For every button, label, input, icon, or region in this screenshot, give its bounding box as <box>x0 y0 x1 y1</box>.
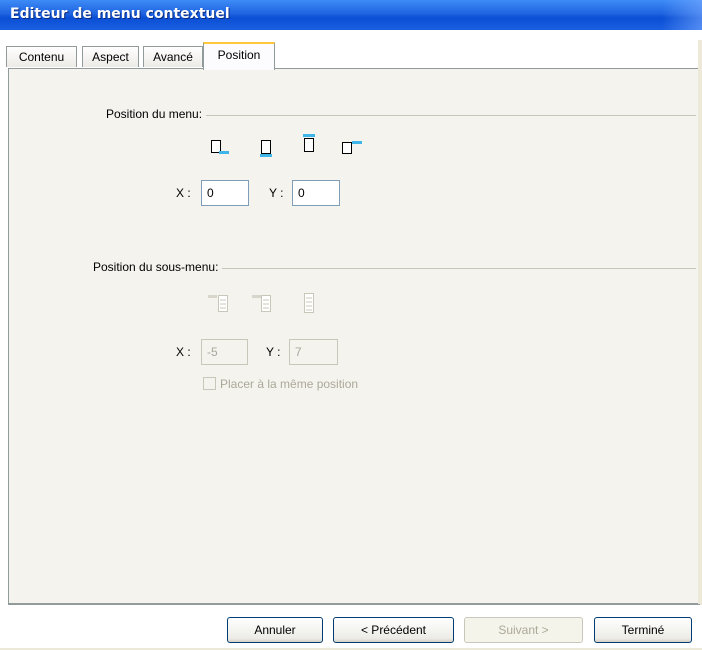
next-button[interactable]: Suivant > <box>464 617 583 643</box>
align-right-top-icon[interactable] <box>340 137 362 159</box>
submenu-align-top-right-icon <box>208 295 228 312</box>
window-title: Editeur de menu contextuel <box>10 6 230 22</box>
menu-x-label: X : <box>176 186 191 200</box>
submenu-position-heading: Position du sous-menu: <box>93 260 223 274</box>
same-position-label: Placer à la même position <box>220 377 359 391</box>
menu-y-label: Y : <box>269 186 284 200</box>
align-bottom-right-icon[interactable] <box>209 137 231 159</box>
finish-button[interactable]: Terminé <box>594 617 692 643</box>
submenu-x-label: X : <box>176 345 191 359</box>
cancel-button[interactable]: Annuler <box>227 617 323 643</box>
submenu-y-input[interactable]: 7 <box>289 339 338 365</box>
tab-avance[interactable]: Avancé <box>143 46 203 67</box>
footer-divider <box>8 604 700 605</box>
submenu-x-input[interactable]: -5 <box>201 339 248 365</box>
tab-aspect[interactable]: Aspect <box>82 46 139 67</box>
tab-strip: Contenu Aspect Avancé Position <box>6 40 696 70</box>
menu-y-input[interactable]: 0 <box>292 180 340 206</box>
submenu-align-top-icon <box>252 295 271 312</box>
previous-button[interactable]: < Précédent <box>333 617 454 643</box>
tab-contenu[interactable]: Contenu <box>6 46 77 67</box>
align-top-icon[interactable] <box>299 133 321 155</box>
window-right-edge <box>698 40 702 605</box>
title-bar-corner <box>662 0 702 30</box>
menu-x-input[interactable]: 0 <box>201 180 249 206</box>
title-bar: Editeur de menu contextuel <box>0 0 702 30</box>
menu-position-heading: Position du menu: <box>106 107 207 121</box>
submenu-align-full-icon <box>304 293 314 313</box>
submenu-y-label: Y : <box>266 345 281 359</box>
same-position-checkbox[interactable] <box>203 377 216 390</box>
align-bottom-icon[interactable] <box>256 137 278 159</box>
tab-position[interactable]: Position <box>203 42 275 70</box>
